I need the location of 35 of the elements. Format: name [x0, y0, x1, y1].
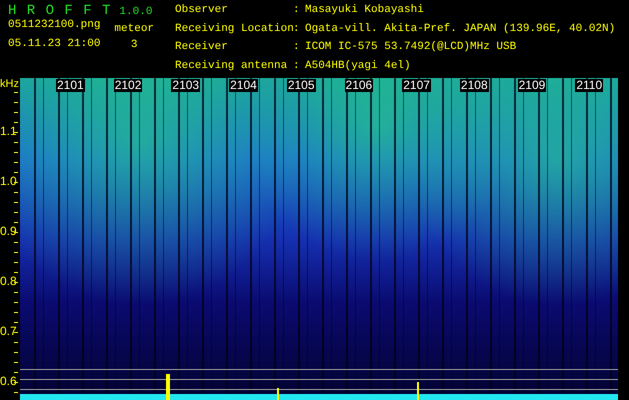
- date-time: 05.11.23 21:00: [8, 38, 100, 51]
- axis-label: 0.7: [0, 324, 18, 338]
- time-label: 2107: [402, 79, 431, 92]
- time-label: 2101: [56, 79, 85, 92]
- info-separator: :: [293, 60, 301, 74]
- app-name: H R O F F T: [8, 3, 112, 19]
- time-label: 2103: [171, 79, 200, 92]
- app-version: 1.0.0: [119, 6, 152, 18]
- time-label: 2110: [575, 79, 604, 92]
- info-value: Masayuki Kobayashi: [305, 4, 425, 18]
- info-separator: :: [293, 4, 301, 18]
- time-label: 2105: [286, 79, 316, 92]
- info-label: Receiving Location: [175, 22, 291, 36]
- time-label: 2102: [114, 79, 142, 92]
- info-separator: :: [293, 41, 301, 55]
- info-label: Receiver: [175, 41, 229, 55]
- info-value: A504HB(yagi 4el): [305, 60, 412, 74]
- meteor-label: meteor: [114, 23, 154, 36]
- info-separator: :: [293, 22, 301, 36]
- axis-label: 0.9: [0, 224, 18, 238]
- axis-unit: kHz: [0, 78, 20, 90]
- info-value: Ogata-vill. Akita-Pref. JAPAN (139.96E, 40.02N): [305, 22, 616, 36]
- time-label: 2106: [344, 79, 374, 92]
- axis-label: 0.6: [0, 374, 18, 388]
- info-label: Receiving antenna: [175, 60, 288, 74]
- axis-label: 1.1: [0, 124, 18, 138]
- time-label: 2109: [518, 79, 546, 92]
- info-value: ICOM IC-575 53.7492(@LCD)MHz USB: [305, 41, 518, 55]
- file-name: 0511232100.png: [8, 19, 100, 32]
- time-label: 2104: [229, 79, 258, 92]
- axis-label: 1.0: [0, 174, 18, 188]
- info-label: Observer: [175, 4, 229, 18]
- meteor-count: 3: [130, 39, 138, 52]
- time-label: 2108: [460, 79, 489, 92]
- axis-label: 0.8: [0, 274, 18, 288]
